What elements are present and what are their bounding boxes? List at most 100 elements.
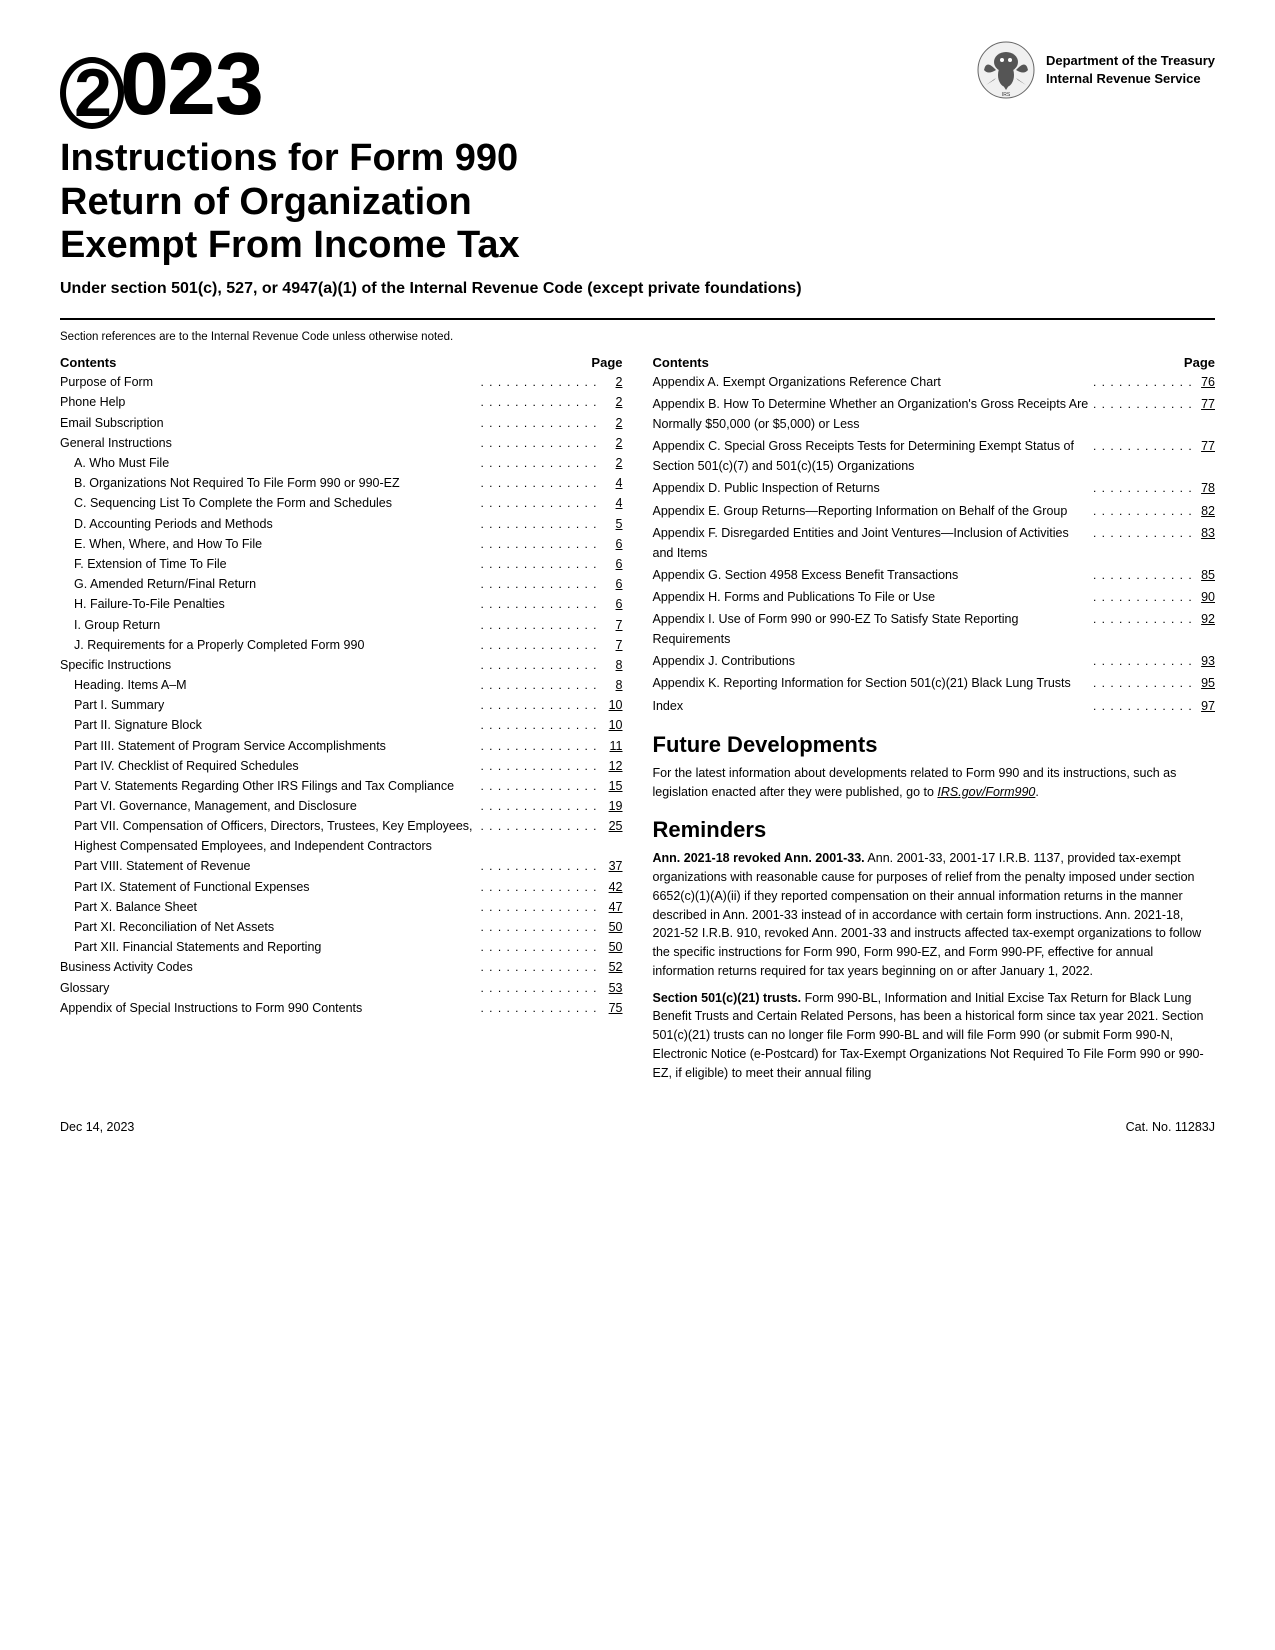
svg-text:IRS: IRS (1002, 92, 1011, 98)
treasury-label: Department of the Treasury (1046, 52, 1215, 70)
toc-row: B. Organizations Not Required To File Fo… (60, 473, 623, 493)
future-dev-text: For the latest information about develop… (653, 764, 1216, 802)
toc-page: 85 (1195, 565, 1215, 585)
toc-row: Appendix G. Section 4958 Excess Benefit … (653, 565, 1216, 585)
toc-header-left: Contents Page (60, 355, 623, 370)
toc-page: 53 (603, 978, 623, 998)
toc-row: Appendix of Special Instructions to Form… (60, 998, 623, 1018)
toc-dots: . . . . . . . . . . . . . . . . . . . . (481, 938, 601, 957)
ref-note: Section references are to the Internal R… (60, 330, 1215, 345)
toc-page: 97 (1195, 696, 1215, 716)
toc-page-header: Page (591, 355, 622, 370)
toc-page: 52 (603, 957, 623, 977)
toc-page: 25 (603, 816, 623, 836)
toc-page: 4 (603, 473, 623, 493)
toc-row: Appendix E. Group Returns—Reporting Info… (653, 501, 1216, 521)
toc-row: Part IV. Checklist of Required Schedules… (60, 756, 623, 776)
toc-item-label: Appendix H. Forms and Publications To Fi… (653, 587, 1094, 607)
toc-item-label: Part XI. Reconciliation of Net Assets (74, 917, 481, 937)
toc-dots: . . . . . . . . . . . . . . . . . . . . (481, 535, 601, 554)
toc-dots: . . . . . . . . . . . . . . . . . . (1093, 652, 1193, 671)
toc-dots: . . . . . . . . . . . . . . . . . . . . (481, 414, 601, 433)
toc-item-label: Purpose of Form (60, 372, 481, 392)
toc-page: 50 (603, 917, 623, 937)
toc-dots: . . . . . . . . . . . . . . . . . . (1093, 674, 1193, 693)
toc-item-label: Appendix C. Special Gross Receipts Tests… (653, 436, 1094, 476)
toc-row: Business Activity Codes . . . . . . . . … (60, 957, 623, 977)
toc-dots: . . . . . . . . . . . . . . . . . . . . (481, 878, 601, 897)
main-title: Instructions for Form 990 Return of Orga… (60, 137, 1215, 268)
toc-row: J. Requirements for a Properly Completed… (60, 635, 623, 655)
toc-dots: . . . . . . . . . . . . . . . . . . (1093, 437, 1193, 456)
toc-page: 42 (603, 877, 623, 897)
toc-item-label: Appendix B. How To Determine Whether an … (653, 394, 1094, 434)
toc-row: Appendix J. Contributions . . . . . . . … (653, 651, 1216, 671)
future-dev-heading: Future Developments (653, 732, 1216, 758)
toc-dots: . . . . . . . . . . . . . . . . . . . . (481, 515, 601, 534)
toc-dots: . . . . . . . . . . . . . . . . . . . . (481, 595, 601, 614)
toc-item-label: Business Activity Codes (60, 957, 481, 977)
toc-item-label: B. Organizations Not Required To File Fo… (74, 473, 481, 493)
toc-dots: . . . . . . . . . . . . . . . . . . . . (481, 393, 601, 412)
toc-item-label: Part I. Summary (74, 695, 481, 715)
toc-page: 92 (1195, 609, 1215, 629)
toc-row: Part III. Statement of Program Service A… (60, 736, 623, 756)
toc-row: Appendix F. Disregarded Entities and Joi… (653, 523, 1216, 563)
toc-dots: . . . . . . . . . . . . . . . . . . . . (481, 434, 601, 453)
toc-page: 37 (603, 856, 623, 876)
toc-dots: . . . . . . . . . . . . . . . . . . . . (481, 999, 601, 1018)
toc-dots: . . . . . . . . . . . . . . . . . . . . (481, 494, 601, 513)
col-right: Contents Page Appendix A. Exempt Organiz… (653, 355, 1216, 1090)
toc-right-label: Contents (653, 355, 709, 370)
toc-dots: . . . . . . . . . . . . . . . . . . . . (481, 575, 601, 594)
toc-item-label: Appendix I. Use of Form 990 or 990-EZ To… (653, 609, 1094, 649)
irs-link[interactable]: IRS.gov/Form990 (937, 785, 1035, 799)
toc-row: Part IX. Statement of Functional Expense… (60, 877, 623, 897)
subtitle: Under section 501(c), 527, or 4947(a)(1)… (60, 278, 1215, 300)
toc-row: I. Group Return . . . . . . . . . . . . … (60, 615, 623, 635)
toc-page: 6 (603, 574, 623, 594)
two-col-layout: Contents Page Purpose of Form . . . . . … (60, 355, 1215, 1090)
page-footer: Dec 14, 2023 Cat. No. 11283J (60, 1120, 1215, 1134)
toc-row: Index . . . . . . . . . . . . . . . . . … (653, 696, 1216, 716)
year-rest: 023 (120, 34, 263, 133)
toc-row: A. Who Must File . . . . . . . . . . . .… (60, 453, 623, 473)
toc-row: Heading. Items A–M . . . . . . . . . . .… (60, 675, 623, 695)
toc-left-rows: Purpose of Form . . . . . . . . . . . . … (60, 372, 623, 1018)
toc-dots: . . . . . . . . . . . . . . . . . . (1093, 588, 1193, 607)
toc-item-label: Part V. Statements Regarding Other IRS F… (74, 776, 481, 796)
toc-dots: . . . . . . . . . . . . . . . . . . (1093, 524, 1193, 543)
irs-label: Internal Revenue Service (1046, 70, 1215, 88)
toc-page: 15 (603, 776, 623, 796)
toc-item-label: J. Requirements for a Properly Completed… (74, 635, 481, 655)
toc-item-label: Appendix A. Exempt Organizations Referen… (653, 372, 1094, 392)
toc-row: Phone Help . . . . . . . . . . . . . . .… (60, 392, 623, 412)
reminders-text2: Section 501(c)(21) trusts. Form 990-BL, … (653, 989, 1216, 1083)
eagle-icon: IRS (976, 40, 1036, 100)
toc-row: Appendix K. Reporting Information for Se… (653, 673, 1216, 693)
toc-item-label: F. Extension of Time To File (74, 554, 481, 574)
toc-row: Part XI. Reconciliation of Net Assets . … (60, 917, 623, 937)
toc-item-label: Part II. Signature Block (74, 715, 481, 735)
toc-page: 6 (603, 594, 623, 614)
year-display: 2023 (60, 40, 263, 129)
toc-item-label: C. Sequencing List To Complete the Form … (74, 493, 481, 513)
toc-page: 2 (603, 413, 623, 433)
toc-row: Email Subscription . . . . . . . . . . .… (60, 413, 623, 433)
toc-dots: . . . . . . . . . . . . . . . . . . . . (481, 454, 601, 473)
toc-item-label: Email Subscription (60, 413, 481, 433)
toc-item-label: Appendix of Special Instructions to Form… (60, 998, 481, 1018)
toc-item-label: Appendix F. Disregarded Entities and Joi… (653, 523, 1094, 563)
toc-page: 76 (1195, 372, 1215, 392)
toc-page: 95 (1195, 673, 1215, 693)
toc-dots: . . . . . . . . . . . . . . . . . . (1093, 373, 1193, 392)
toc-dots: . . . . . . . . . . . . . . . . . . (1093, 697, 1193, 716)
toc-header-right: Contents Page (653, 355, 1216, 370)
toc-page: 90 (1195, 587, 1215, 607)
toc-dots: . . . . . . . . . . . . . . . . . . . . (481, 555, 601, 574)
toc-row: Part I. Summary . . . . . . . . . . . . … (60, 695, 623, 715)
toc-row: D. Accounting Periods and Methods . . . … (60, 514, 623, 534)
toc-item-label: Part III. Statement of Program Service A… (74, 736, 481, 756)
year-zero: 2 (60, 57, 124, 129)
reminders-heading: Reminders (653, 817, 1216, 843)
